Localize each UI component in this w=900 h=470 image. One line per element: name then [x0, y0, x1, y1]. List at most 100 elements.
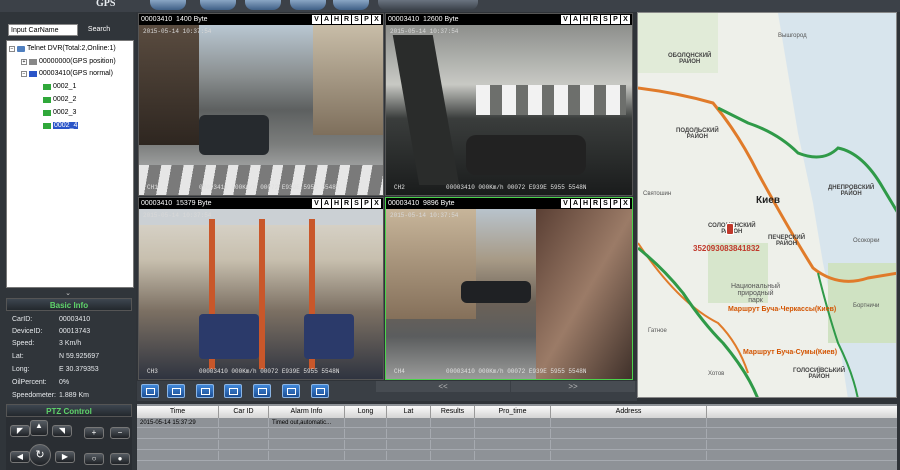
video-button-s[interactable]: S: [601, 199, 610, 208]
video-button-v[interactable]: V: [561, 199, 570, 208]
ptz-left-button[interactable]: ◀: [10, 451, 30, 463]
video-button-p[interactable]: P: [362, 199, 371, 208]
ptz-up-right-button[interactable]: ◥: [52, 425, 72, 437]
video-button-h[interactable]: H: [332, 199, 341, 208]
layout-1-icon[interactable]: [141, 384, 159, 398]
video-button-a[interactable]: A: [322, 15, 331, 24]
zoom-in-button[interactable]: +: [84, 427, 104, 439]
tree-channel-4[interactable]: 0002_4: [43, 122, 79, 129]
tree-root[interactable]: − Telnet DVR(Total:2,Online:1): [9, 45, 116, 52]
video-button-a[interactable]: A: [322, 199, 331, 208]
column-header-long[interactable]: Long: [345, 406, 387, 418]
video-button-p[interactable]: P: [611, 15, 620, 24]
tree-device-1[interactable]: + 00000000(GPS position): [21, 58, 116, 65]
ptz-up-button[interactable]: ▲: [30, 420, 48, 436]
ptz-up-left-button[interactable]: ◤: [10, 425, 30, 437]
prev-page-button[interactable]: <<: [376, 381, 510, 392]
fullscreen-icon[interactable]: [282, 384, 300, 398]
video-button-p[interactable]: P: [611, 199, 620, 208]
info-value: E 30.379353: [59, 366, 99, 373]
toolbar-button-5[interactable]: [333, 0, 369, 10]
column-header-time[interactable]: Time: [137, 406, 219, 418]
next-page-button[interactable]: >>: [511, 381, 635, 392]
channel-label: 0002_2: [53, 96, 77, 103]
column-header-carid[interactable]: Car ID: [219, 406, 269, 418]
video-button-r[interactable]: R: [342, 15, 351, 24]
tree-channel-1[interactable]: 0002_1: [43, 83, 76, 90]
video-button-v[interactable]: V: [561, 15, 570, 24]
video-overlay-text: 00003410 000Km/h 00072 E939E 5955 5548N: [199, 368, 340, 375]
video-cell-3[interactable]: 00003410 15379 Byte VAHRSPX 2015-05-14 1…: [138, 197, 384, 380]
video-button-h[interactable]: H: [581, 199, 590, 208]
info-speedometer: Speedometer: 1.889 Km: [12, 392, 132, 403]
video-button-s[interactable]: S: [352, 15, 361, 24]
layout-9-icon[interactable]: [224, 384, 242, 398]
tree-device-2[interactable]: − 00003410(GPS normal): [21, 70, 113, 77]
table-row[interactable]: 2015-05-14 15:37:29 Timed out,automatic.…: [137, 418, 897, 428]
video-button-v[interactable]: V: [312, 15, 321, 24]
layout-16-icon[interactable]: [253, 384, 271, 398]
video-button-h[interactable]: H: [332, 15, 341, 24]
column-header-alarm-info[interactable]: Alarm Info: [269, 406, 345, 418]
toolbar-button-4[interactable]: [290, 0, 326, 10]
ptz-right-button[interactable]: ▶: [55, 451, 75, 463]
video-button-x[interactable]: X: [372, 199, 381, 208]
ptz-rotate-button[interactable]: ↻: [29, 444, 51, 466]
car-search-input[interactable]: [8, 24, 78, 36]
tree-channel-2[interactable]: 0002_2: [43, 96, 76, 103]
video-button-r[interactable]: R: [342, 199, 351, 208]
video-timestamp: 2015-05-14 10:37:54: [143, 212, 212, 219]
layout-4-icon[interactable]: [167, 384, 185, 398]
table-row-empty: [137, 451, 897, 461]
vehicle-id-label: 352093083841832: [693, 244, 760, 253]
info-key: Long:: [12, 366, 30, 373]
video-button-h[interactable]: H: [581, 15, 590, 24]
collapse-icon[interactable]: −: [21, 70, 27, 77]
settings-icon[interactable]: [311, 384, 329, 398]
video-button-x[interactable]: X: [621, 15, 630, 24]
video-overlay-text: 00003410 000Km/h 00072 E939E 5955 5548N: [446, 184, 587, 191]
zoom-out-button[interactable]: −: [110, 427, 130, 439]
column-header-address[interactable]: Address: [551, 406, 707, 418]
video-button-x[interactable]: X: [372, 15, 381, 24]
column-header-lat[interactable]: Lat: [387, 406, 431, 418]
toolbar-button-1[interactable]: [150, 0, 186, 10]
search-button[interactable]: Search: [82, 24, 116, 36]
vehicle-marker-icon[interactable]: [726, 223, 734, 235]
focus-far-button[interactable]: ●: [110, 453, 130, 465]
video-button-v[interactable]: V: [312, 199, 321, 208]
video-cell-1[interactable]: 00003410 1400 Byte VAHRSPX 2015-05-14 10…: [138, 13, 384, 196]
video-button-r[interactable]: R: [591, 199, 600, 208]
video-cell-2[interactable]: 00003410 12600 Byte VAHRSPX 2015-05-14 1…: [385, 13, 633, 196]
video-button-a[interactable]: A: [571, 199, 580, 208]
video-button-a[interactable]: A: [571, 15, 580, 24]
toolbar-button-2[interactable]: [200, 0, 236, 10]
device-tree[interactable]: − Telnet DVR(Total:2,Online:1) + 0000000…: [6, 40, 134, 288]
video-cell-4[interactable]: 00003410 9896 Byte VAHRSPX 2015-05-14 10…: [385, 197, 633, 380]
cell-address: [551, 418, 707, 428]
info-key: CarID:: [12, 316, 33, 323]
map-view[interactable]: ОБОЛОНСКИЙ РАЙОН ПОДОЛЬСКИЙ РАЙОН Киев Д…: [637, 12, 897, 398]
video-car-id: 00003410: [141, 16, 173, 23]
focus-near-button[interactable]: ○: [84, 453, 104, 465]
layout-6-icon[interactable]: [196, 384, 214, 398]
video-button-r[interactable]: R: [591, 15, 600, 24]
expand-icon[interactable]: +: [21, 58, 27, 65]
collapse-icon[interactable]: −: [9, 45, 15, 52]
info-key: Speedometer:: [12, 392, 56, 399]
video-button-p[interactable]: P: [362, 15, 371, 24]
video-bitrate: 9896 Byte: [423, 200, 455, 207]
column-header-results[interactable]: Results: [431, 406, 475, 418]
toolbar-button-3[interactable]: [245, 0, 281, 10]
map-label-podil: ПОДОЛЬСКИЙ РАЙОН: [676, 128, 719, 140]
video-button-s[interactable]: S: [601, 15, 610, 24]
toolbar-button-6[interactable]: [378, 0, 478, 10]
column-header-pro-time[interactable]: Pro_time: [475, 406, 551, 418]
info-oilpercent: OilPercent: 0%: [12, 379, 132, 390]
collapse-arrow-icon[interactable]: ⌄: [0, 290, 136, 298]
video-button-s[interactable]: S: [352, 199, 361, 208]
video-button-x[interactable]: X: [621, 199, 630, 208]
tree-channel-3[interactable]: 0002_3: [43, 109, 76, 116]
info-speed: Speed: 3 Km/h: [12, 340, 132, 351]
map-label-park: Национальный природный парк: [731, 283, 781, 304]
